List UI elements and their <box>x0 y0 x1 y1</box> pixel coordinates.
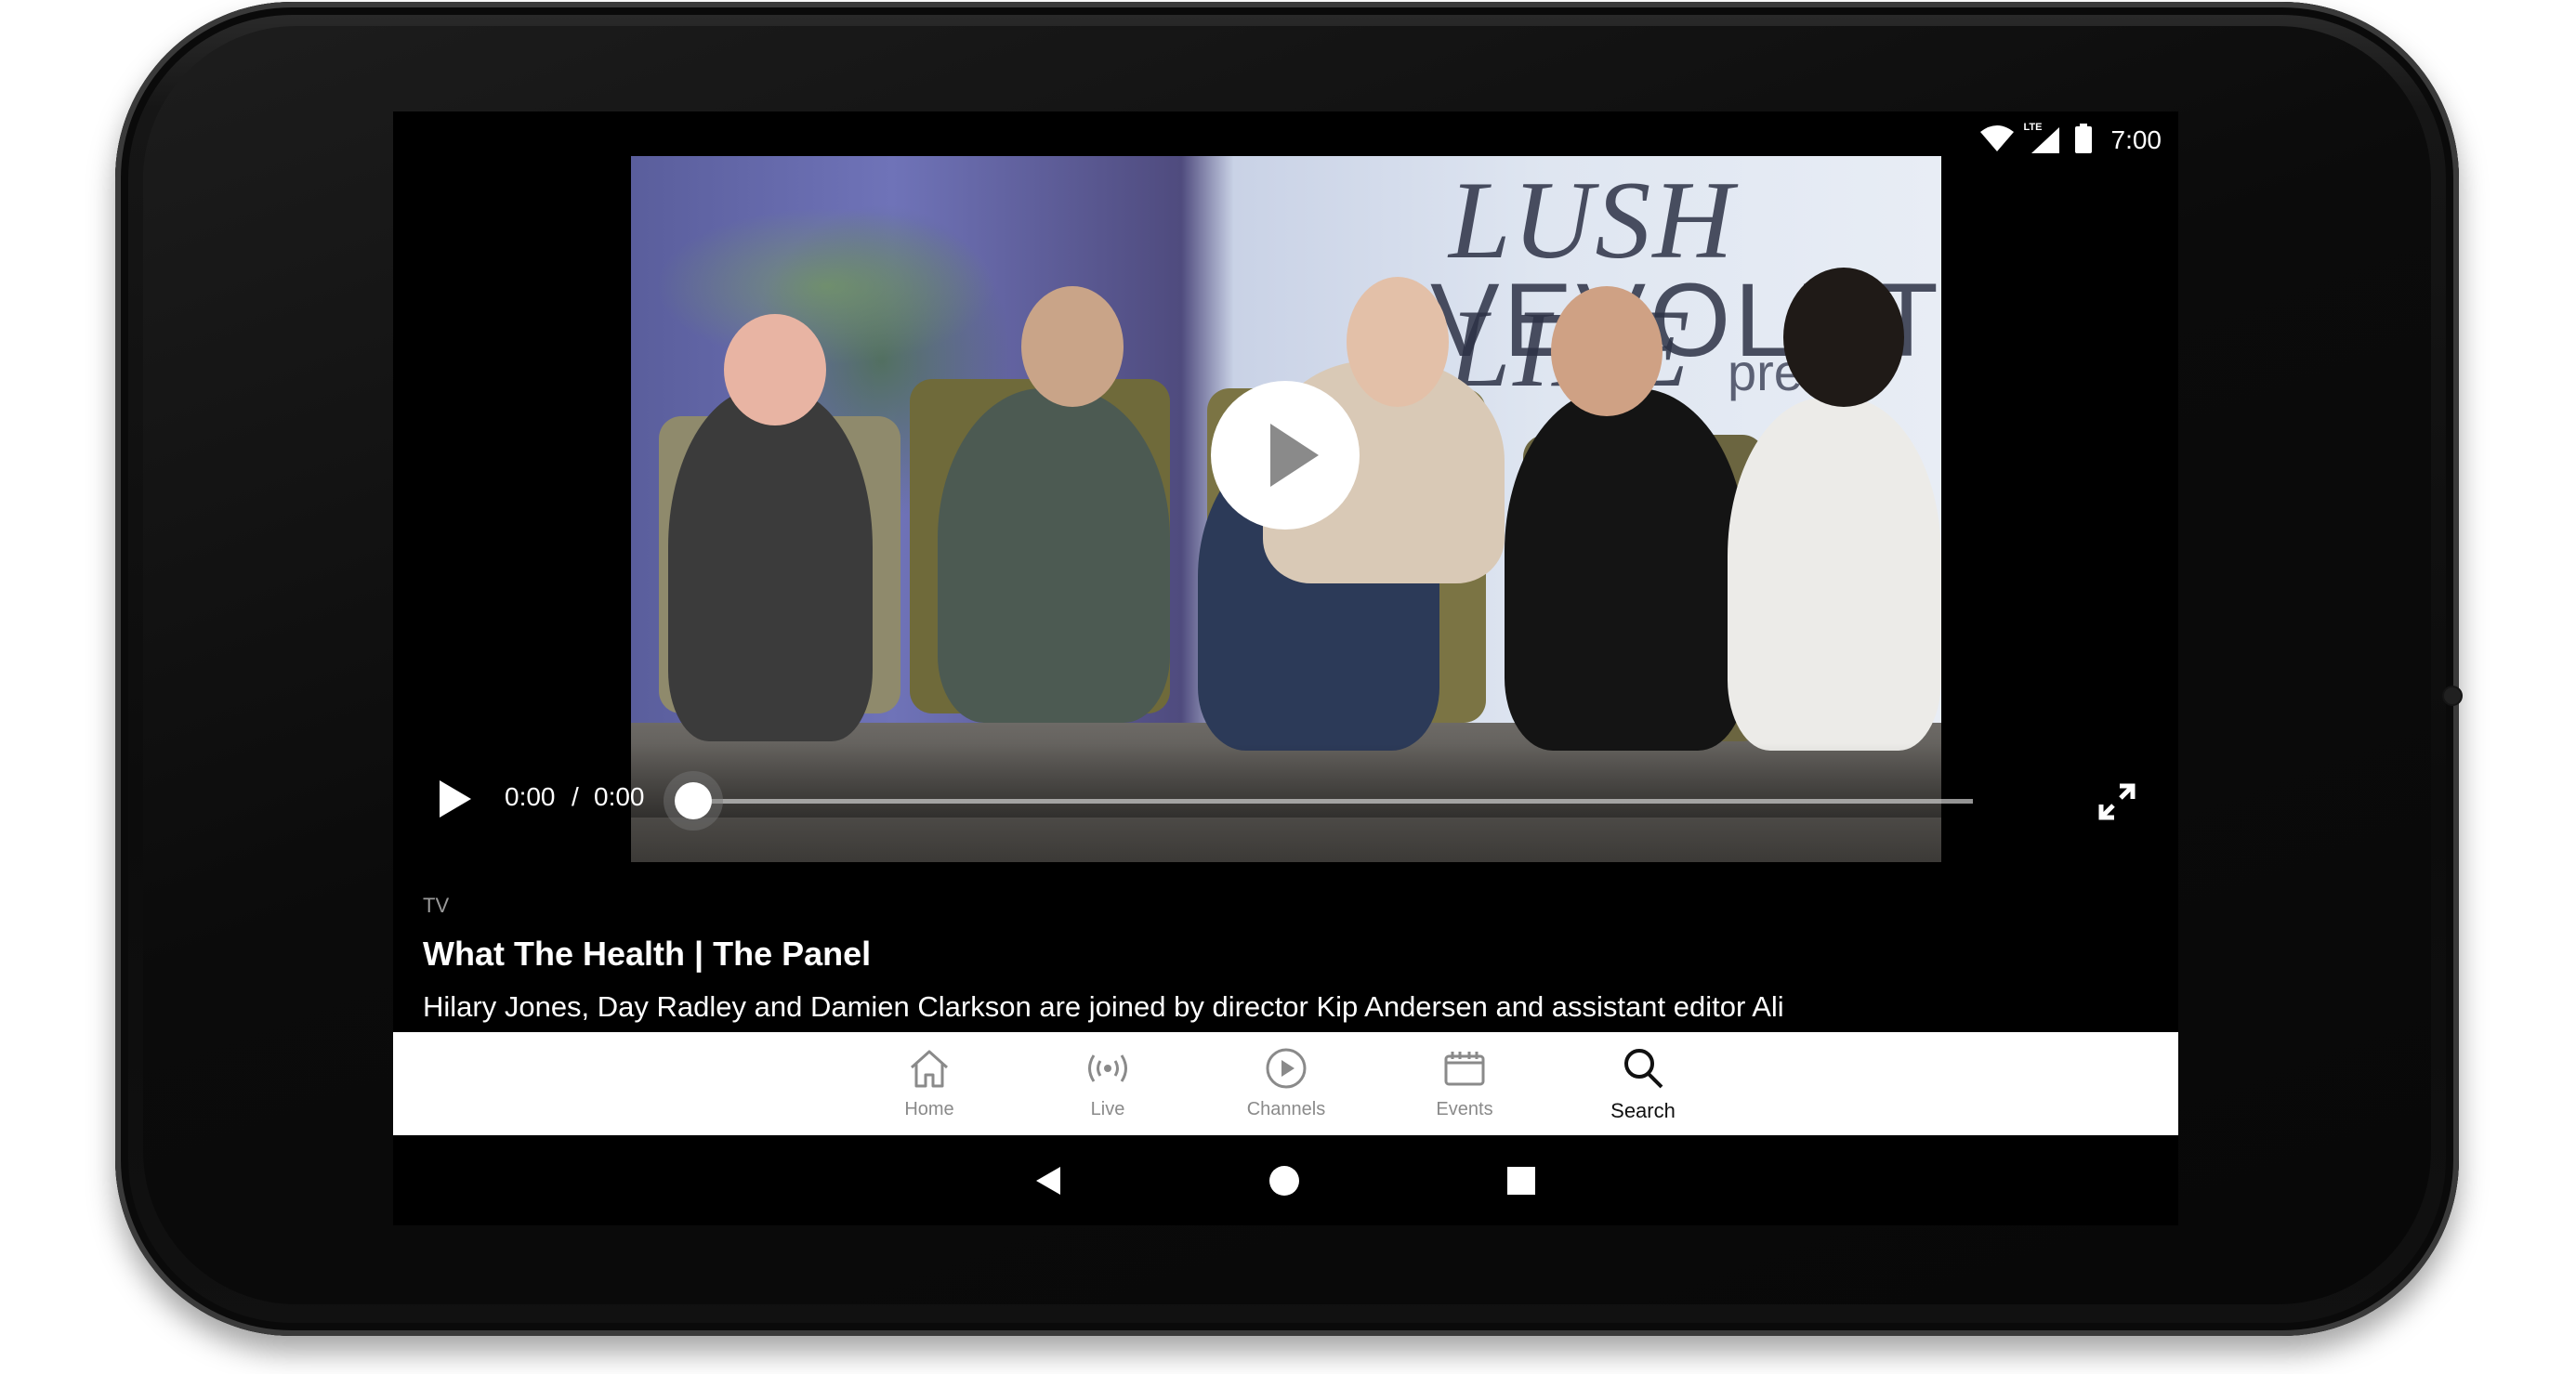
bottom-navigation: Home Live Channels Events Search <box>393 1032 2178 1135</box>
nav-label: Search <box>1610 1099 1676 1122</box>
nav-item-channels[interactable]: Channels <box>1212 1032 1360 1135</box>
current-time: 0:00 <box>505 782 556 811</box>
system-recents-button[interactable] <box>1504 1163 1539 1198</box>
big-play-icon <box>1270 424 1319 487</box>
nav-item-live[interactable]: Live <box>1033 1032 1182 1135</box>
panelist <box>1728 398 1941 751</box>
panelist <box>668 388 873 741</box>
search-icon <box>1624 1049 1663 1089</box>
back-icon <box>1036 1167 1060 1195</box>
nav-item-home[interactable]: Home <box>855 1032 1004 1135</box>
video-description: Hilary Jones, Day Radley and Damien Clar… <box>423 990 1784 1023</box>
status-bar: LTE 7:00 <box>1979 117 2162 164</box>
home-icon <box>910 1050 949 1088</box>
panelist-head <box>724 314 826 425</box>
system-navigation-bar <box>393 1135 2178 1225</box>
cell-signal-icon: LTE <box>2024 122 2061 155</box>
progress-scrubber[interactable] <box>675 782 712 819</box>
nav-label: Home <box>904 1099 954 1119</box>
home-circle-icon <box>1269 1166 1299 1196</box>
proximity-sensor <box>2444 687 2461 704</box>
progress-track[interactable] <box>700 799 1973 804</box>
fullscreen-icon <box>2098 783 2136 820</box>
big-play-button[interactable] <box>1211 381 1360 530</box>
recents-icon <box>1507 1167 1535 1195</box>
status-time: 7:00 <box>2110 125 2162 154</box>
video-title: What The Health | The Panel <box>423 935 872 973</box>
time-separator: / <box>572 782 579 811</box>
panelist-head <box>1347 277 1449 407</box>
nav-item-events[interactable]: Events <box>1390 1032 1539 1135</box>
battery-icon <box>2074 123 2093 158</box>
category-label: TV <box>423 894 450 917</box>
nav-item-search[interactable]: Search <box>1569 1032 1717 1135</box>
player-controls-bar <box>393 743 2178 818</box>
live-broadcast-icon <box>1088 1054 1127 1082</box>
play-button[interactable] <box>434 779 475 819</box>
panelist-head <box>1021 286 1124 407</box>
duration: 0:00 <box>594 782 645 811</box>
play-icon <box>440 780 471 818</box>
light-sensor <box>359 394 392 427</box>
panelist-head <box>1551 286 1663 416</box>
system-home-button[interactable] <box>1267 1163 1302 1198</box>
calendar-icon <box>1444 1052 1485 1086</box>
system-back-button[interactable] <box>1031 1163 1066 1198</box>
play-circle-icon <box>1266 1048 1307 1089</box>
network-type-label: LTE <box>2023 122 2043 133</box>
device-screen: LTE 7:00 LUSH LIFE VEVOLUTION prese <box>393 111 2178 1225</box>
panelist <box>938 388 1170 723</box>
wifi-icon <box>1979 124 2015 157</box>
nav-label: Channels <box>1246 1099 1326 1119</box>
panelist-head <box>1783 268 1904 407</box>
fullscreen-button[interactable] <box>2097 782 2136 821</box>
nav-label: Events <box>1436 1099 1493 1119</box>
nav-label: Live <box>1090 1099 1125 1119</box>
panelist <box>1505 388 1746 751</box>
